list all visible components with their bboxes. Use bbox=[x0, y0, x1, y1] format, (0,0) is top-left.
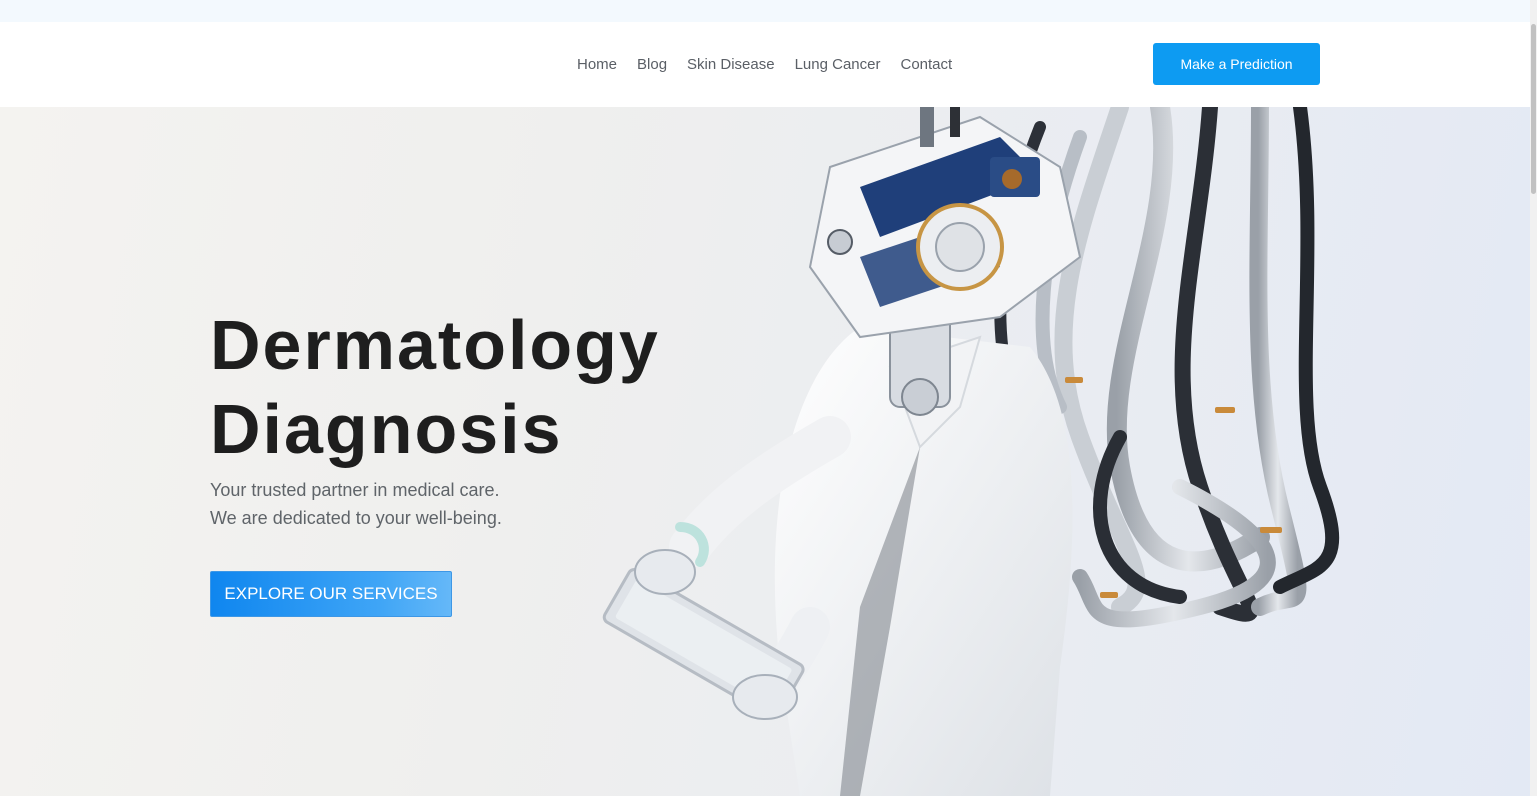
hero-subtitle-line1: Your trusted partner in medical care. bbox=[210, 480, 500, 500]
navbar: Home Blog Skin Disease Lung Cancer Conta… bbox=[0, 22, 1530, 107]
nav-link-lung-cancer[interactable]: Lung Cancer bbox=[785, 56, 891, 73]
hero-title: Dermatology Diagnosis bbox=[210, 303, 730, 471]
hero-subtitle: Your trusted partner in medical care. We… bbox=[210, 476, 502, 532]
hero-subtitle-line2: We are dedicated to your well-being. bbox=[210, 508, 502, 528]
explore-services-button[interactable]: EXPLORE OUR SERVICES bbox=[210, 571, 452, 617]
scrollbar-thumb[interactable] bbox=[1531, 24, 1536, 194]
nav-link-skin-disease[interactable]: Skin Disease bbox=[677, 56, 785, 73]
nav-menu: Home Blog Skin Disease Lung Cancer Conta… bbox=[567, 22, 962, 107]
nav-link-contact[interactable]: Contact bbox=[891, 56, 963, 73]
nav-link-blog[interactable]: Blog bbox=[627, 56, 677, 73]
hero-title-line2: Diagnosis bbox=[210, 390, 563, 468]
page-scrollbar[interactable] bbox=[1530, 0, 1537, 796]
make-prediction-button[interactable]: Make a Prediction bbox=[1153, 43, 1320, 85]
nav-link-home[interactable]: Home bbox=[567, 56, 627, 73]
hero-title-line1: Dermatology bbox=[210, 306, 660, 384]
top-strip bbox=[0, 0, 1530, 22]
hero-section: Dermatology Diagnosis Your trusted partn… bbox=[0, 107, 1530, 796]
